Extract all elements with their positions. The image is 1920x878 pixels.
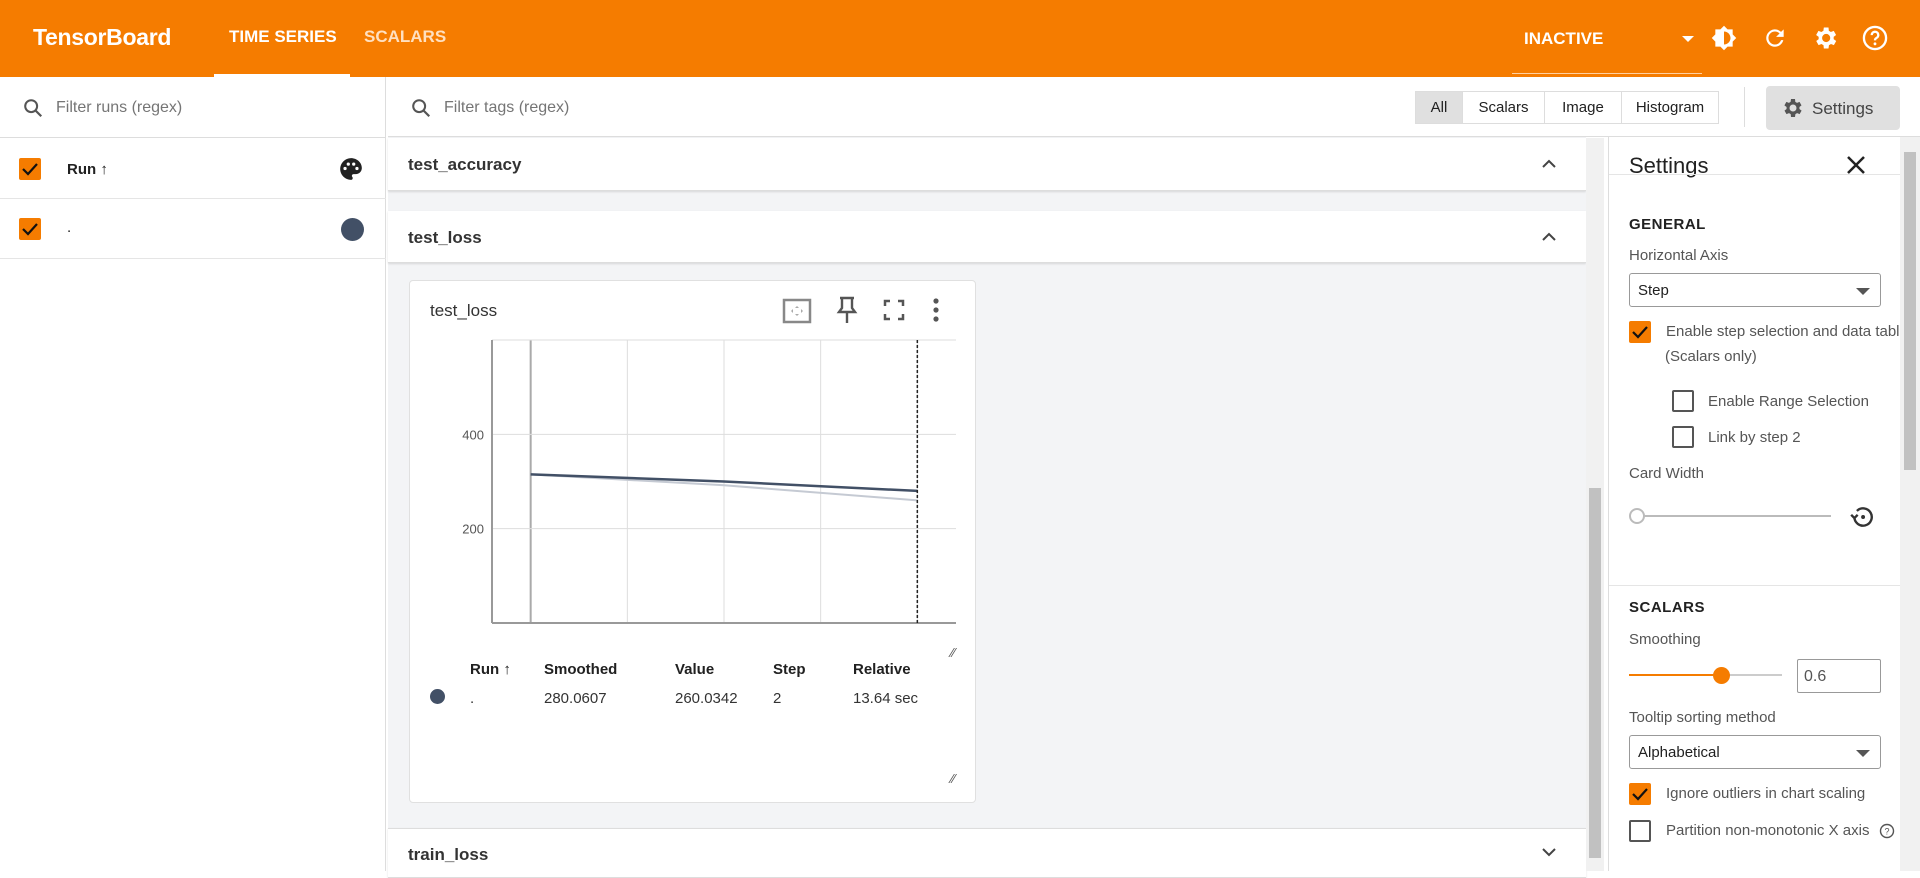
- select-all-runs-checkbox[interactable]: [19, 158, 41, 180]
- card-width-label: Card Width: [1629, 465, 1705, 482]
- settings-title: Settings: [1629, 153, 1709, 178]
- section-title: train_loss: [408, 845, 489, 864]
- section-title: test_loss: [408, 228, 482, 247]
- search-icon: [24, 99, 43, 118]
- chevron-up-icon[interactable]: [1540, 228, 1558, 246]
- cell-step: 2: [773, 689, 782, 707]
- ignore-outliers-checkbox[interactable]: [1629, 783, 1651, 805]
- step-selection-label: Enable step selection and data table: [1666, 323, 1901, 340]
- pin-icon[interactable]: [835, 295, 859, 325]
- app-title: TensorBoard: [33, 24, 172, 50]
- col-value[interactable]: Value: [675, 661, 773, 678]
- close-icon[interactable]: [1845, 154, 1867, 176]
- run-column-header[interactable]: Run ↑: [67, 161, 108, 178]
- run-color-dot: [430, 688, 445, 704]
- horizontal-axis-label: Horizontal Axis: [1629, 247, 1729, 264]
- fit-domain-icon[interactable]: [782, 297, 812, 325]
- palette-icon[interactable]: [338, 156, 364, 182]
- settings-scrollbar[interactable]: [1900, 137, 1920, 871]
- cell-relative: 13.64 sec: [853, 689, 919, 707]
- type-filter-histogram[interactable]: Histogram: [1621, 91, 1719, 124]
- section-test-loss[interactable]: test_loss: [388, 211, 1586, 263]
- col-relative[interactable]: Relative: [853, 661, 918, 678]
- cell-value: 260.0342: [675, 689, 738, 707]
- smoothing-slider[interactable]: [1629, 674, 1782, 676]
- chevron-down-icon[interactable]: [1540, 843, 1558, 861]
- col-run[interactable]: Run ↑: [470, 661, 544, 678]
- tooltip-sorting-select[interactable]: Alphabetical: [1629, 735, 1881, 769]
- status-select[interactable]: INACTIVE: [1512, 12, 1702, 74]
- search-icon: [412, 99, 431, 118]
- partition-checkbox[interactable]: [1629, 820, 1651, 842]
- filter-tags-input[interactable]: [444, 94, 944, 122]
- help-icon[interactable]: [1861, 24, 1889, 52]
- run-name: .: [67, 219, 72, 236]
- resize-handle-icon[interactable]: ⁄⁄: [951, 645, 955, 660]
- help-icon[interactable]: ?: [1879, 823, 1895, 839]
- svg-text:?: ?: [1884, 827, 1889, 837]
- section-test-accuracy[interactable]: test_accuracy: [388, 138, 1586, 191]
- smoothing-label: Smoothing: [1629, 631, 1701, 648]
- cell-run: .: [470, 689, 475, 707]
- y-tick-label: 400: [462, 427, 484, 442]
- col-step[interactable]: Step: [773, 661, 853, 678]
- section-title: test_accuracy: [408, 155, 522, 174]
- top-bar: TensorBoard TIME SERIES SCALARS INACTIVE: [0, 0, 1920, 77]
- type-filter-scalars[interactable]: Scalars: [1462, 91, 1545, 124]
- cell-smoothed: 280.0607: [544, 689, 607, 707]
- theme-icon[interactable]: [1711, 25, 1737, 51]
- fullscreen-icon[interactable]: [882, 298, 906, 322]
- settings-button[interactable]: Settings: [1766, 86, 1900, 130]
- main-scrollbar[interactable]: [1586, 138, 1604, 871]
- link-by-step-label: Link by step 2: [1708, 429, 1801, 446]
- general-heading: GENERAL: [1629, 216, 1706, 233]
- runs-panel: Run ↑ .: [0, 77, 386, 871]
- line-chart[interactable]: 00.511.52004002×: [410, 331, 977, 631]
- tab-time-series[interactable]: TIME SERIES: [229, 27, 337, 47]
- more-options-icon[interactable]: [930, 297, 942, 323]
- data-table: Run ↑ Smoothed Value Step Relative . 280.0607…: [430, 661, 918, 718]
- smoothing-slider-thumb[interactable]: [1712, 667, 1730, 684]
- y-tick-label: 200: [462, 522, 484, 537]
- card-title: test_loss: [430, 301, 498, 320]
- status-value: INACTIVE: [1524, 29, 1604, 48]
- ignore-outliers-label: Ignore outliers in chart scaling: [1666, 785, 1866, 802]
- type-filter-all[interactable]: All: [1415, 91, 1463, 124]
- settings-button-label: Settings: [1812, 99, 1874, 118]
- col-smoothed[interactable]: Smoothed: [544, 661, 675, 678]
- refresh-icon[interactable]: [1762, 25, 1788, 51]
- run-checkbox[interactable]: [19, 218, 41, 240]
- scalars-only-note: (Scalars only): [1665, 348, 1757, 365]
- filter-runs-input[interactable]: [56, 94, 356, 122]
- scalars-heading: SCALARS: [1629, 599, 1706, 616]
- chevron-down-icon: [1682, 36, 1694, 48]
- table-row: . 280.0607 260.0342 2 13.64 sec: [430, 678, 918, 718]
- step-selection-checkbox[interactable]: [1629, 321, 1651, 343]
- partition-label: Partition non-monotonic X axis: [1666, 822, 1870, 839]
- scalar-card: test_loss 00.511.52004002× ⁄⁄ Run ↑Smoot…: [409, 280, 976, 803]
- gear-icon: [1784, 99, 1802, 117]
- horizontal-axis-select[interactable]: Step: [1629, 273, 1881, 307]
- card-width-slider-thumb[interactable]: [1629, 508, 1645, 524]
- run-color-swatch[interactable]: [341, 218, 364, 241]
- settings-panel: Settings GENERAL Horizontal Axis Step En…: [1608, 137, 1901, 871]
- tab-scalars[interactable]: SCALARS: [364, 27, 446, 47]
- main-panel: All Scalars Image Histogram Settings tes…: [388, 77, 1920, 878]
- smoothing-input[interactable]: 0.6: [1797, 659, 1881, 693]
- range-selection-checkbox[interactable]: [1672, 390, 1694, 412]
- link-by-step-checkbox[interactable]: [1672, 426, 1694, 448]
- resize-handle-icon[interactable]: ⁄⁄: [951, 771, 955, 786]
- reset-icon[interactable]: [1849, 504, 1875, 530]
- chevron-up-icon[interactable]: [1540, 155, 1558, 173]
- range-selection-label: Enable Range Selection: [1708, 393, 1869, 410]
- tooltip-sorting-label: Tooltip sorting method: [1629, 709, 1776, 726]
- type-filter-image[interactable]: Image: [1544, 91, 1622, 124]
- card-width-slider[interactable]: [1636, 515, 1831, 517]
- gear-icon[interactable]: [1811, 24, 1839, 52]
